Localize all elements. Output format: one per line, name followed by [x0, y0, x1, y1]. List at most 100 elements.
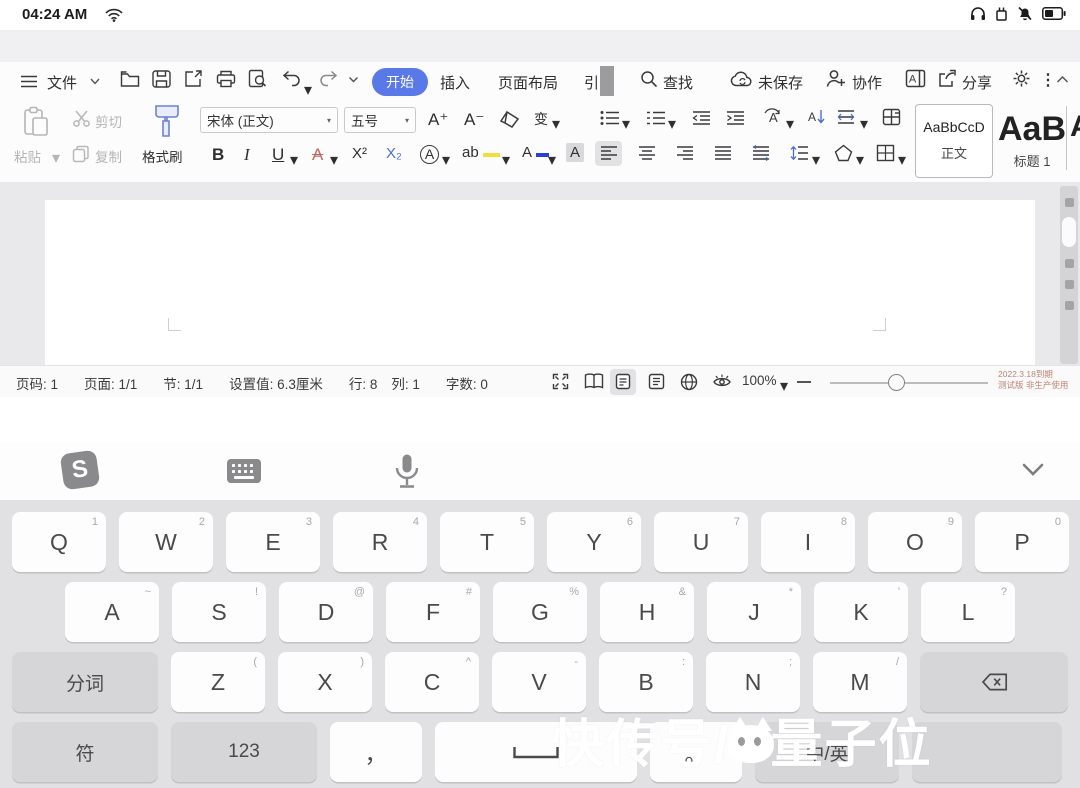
numbered-list-icon[interactable]: [646, 110, 666, 126]
key-s[interactable]: S!: [172, 582, 266, 642]
copy-icon[interactable]: [72, 145, 90, 163]
distribute-icon[interactable]: [752, 145, 770, 161]
increase-indent-icon[interactable]: [726, 110, 745, 126]
print-icon[interactable]: [216, 70, 236, 88]
zoom-out-button[interactable]: [797, 381, 811, 383]
zoom-slider-knob[interactable]: [888, 374, 905, 391]
bold-button[interactable]: B: [212, 145, 224, 165]
chevron-down-icon[interactable]: ▾: [786, 114, 794, 134]
italic-button[interactable]: I: [244, 145, 250, 165]
save-status-label[interactable]: 未保存: [758, 72, 803, 93]
side-tool-icon[interactable]: [1065, 301, 1074, 310]
add-collaborator-icon[interactable]: [826, 69, 846, 88]
document-page[interactable]: [45, 200, 1035, 365]
eye-protect-icon[interactable]: [712, 374, 732, 390]
font-name-select[interactable]: 宋体 (正文)▾: [200, 107, 338, 133]
key-g[interactable]: G%: [493, 582, 587, 642]
search-icon[interactable]: [640, 70, 658, 88]
undo-icon[interactable]: [282, 70, 302, 87]
format-painter-icon[interactable]: [152, 104, 182, 138]
chevron-down-icon[interactable]: ▾: [548, 150, 556, 170]
decrease-indent-icon[interactable]: [692, 110, 711, 126]
fullscreen-icon[interactable]: [552, 373, 569, 390]
style-body[interactable]: AaBbCcD 正文: [915, 104, 993, 178]
insert-table-icon[interactable]: [882, 108, 901, 126]
key-q[interactable]: Q1: [12, 512, 106, 572]
share-button[interactable]: 分享: [962, 72, 992, 93]
sort-icon[interactable]: A: [808, 108, 826, 126]
key-r[interactable]: R4: [333, 512, 427, 572]
key-w[interactable]: W2: [119, 512, 213, 572]
char-spacing-icon[interactable]: [836, 108, 856, 126]
key-k[interactable]: K': [814, 582, 908, 642]
key-return[interactable]: [912, 722, 1062, 782]
redo-icon[interactable]: [318, 70, 338, 87]
key-c[interactable]: C^: [385, 652, 479, 712]
key-comma[interactable]: ，: [330, 722, 422, 782]
format-painter-button[interactable]: 格式刷: [142, 146, 183, 166]
key-numeric[interactable]: 123: [171, 722, 317, 782]
book-view-icon[interactable]: [584, 373, 604, 389]
zoom-dropdown-icon[interactable]: ▾: [780, 376, 788, 396]
align-center-icon[interactable]: [638, 145, 656, 161]
key-i[interactable]: I8: [761, 512, 855, 572]
style-heading1[interactable]: AaB 标题 1: [998, 104, 1066, 176]
key-z[interactable]: Z(: [171, 652, 265, 712]
key-u[interactable]: U7: [654, 512, 748, 572]
text-effects-button[interactable]: A: [420, 145, 439, 164]
tab-page-layout[interactable]: 页面布局: [498, 72, 558, 93]
file-menu[interactable]: 文件: [47, 72, 77, 93]
side-tool-icon[interactable]: [1065, 198, 1074, 207]
keyboard-layout-icon[interactable]: [226, 458, 262, 484]
align-left-icon[interactable]: [600, 145, 618, 161]
cut-icon[interactable]: [72, 110, 91, 127]
chevron-down-icon[interactable]: ▾: [552, 114, 560, 134]
char-shading-button[interactable]: A: [566, 143, 584, 162]
tab-reference[interactable]: 引: [584, 72, 599, 93]
reader-mode-icon[interactable]: A: [905, 69, 926, 88]
undo-dropdown-icon[interactable]: ▾: [304, 80, 312, 100]
borders-icon[interactable]: [876, 144, 895, 162]
shading-icon[interactable]: [834, 144, 853, 162]
superscript-button[interactable]: X²: [352, 145, 367, 162]
style-partial[interactable]: A: [1070, 110, 1080, 144]
key-y[interactable]: Y6: [547, 512, 641, 572]
bullet-list-icon[interactable]: [600, 110, 620, 126]
export-icon[interactable]: [184, 69, 203, 88]
grow-font-button[interactable]: A⁺: [428, 110, 448, 130]
copy-button[interactable]: 复制: [95, 146, 122, 166]
collapse-ribbon-icon[interactable]: [1056, 75, 1069, 84]
chevron-down-icon[interactable]: ▾: [812, 150, 820, 170]
key-f[interactable]: F#: [386, 582, 480, 642]
paste-dropdown-icon[interactable]: ▾: [52, 148, 60, 168]
chevron-down-icon[interactable]: ▾: [502, 150, 510, 170]
text-direction-icon[interactable]: A: [762, 108, 784, 126]
underline-button[interactable]: U: [272, 145, 284, 165]
key-word-split[interactable]: 分词: [12, 652, 158, 712]
tab-home[interactable]: 开始: [372, 68, 428, 96]
more-menu-icon[interactable]: ⋮: [1040, 70, 1056, 90]
paste-icon[interactable]: [22, 106, 50, 138]
subscript-button[interactable]: X₂: [386, 145, 402, 162]
web-view-icon[interactable]: [680, 373, 698, 391]
zoom-slider-track[interactable]: [830, 382, 988, 384]
collaborate-button[interactable]: 协作: [852, 72, 882, 93]
page-view-icon[interactable]: [615, 373, 631, 390]
chevron-down-icon[interactable]: ▾: [622, 114, 630, 134]
cut-button[interactable]: 剪切: [95, 111, 122, 131]
voice-input-icon[interactable]: [394, 453, 420, 489]
more-commands-chevron-icon[interactable]: [348, 76, 359, 84]
shrink-font-button[interactable]: A⁻: [464, 110, 484, 130]
paste-button[interactable]: 粘贴: [14, 146, 41, 166]
chevron-down-icon[interactable]: ▾: [330, 150, 338, 170]
side-tool-icon[interactable]: [1065, 259, 1074, 268]
key-backspace[interactable]: [920, 652, 1068, 712]
key-x[interactable]: X): [278, 652, 372, 712]
key-e[interactable]: E3: [226, 512, 320, 572]
font-color-button[interactable]: A: [522, 144, 549, 162]
chevron-down-icon[interactable]: ▾: [290, 150, 298, 170]
side-quick-toolbar[interactable]: [1060, 186, 1078, 364]
chevron-down-icon[interactable]: ▾: [856, 150, 864, 170]
cloud-sync-icon[interactable]: [730, 70, 754, 87]
key-a[interactable]: A~: [65, 582, 159, 642]
